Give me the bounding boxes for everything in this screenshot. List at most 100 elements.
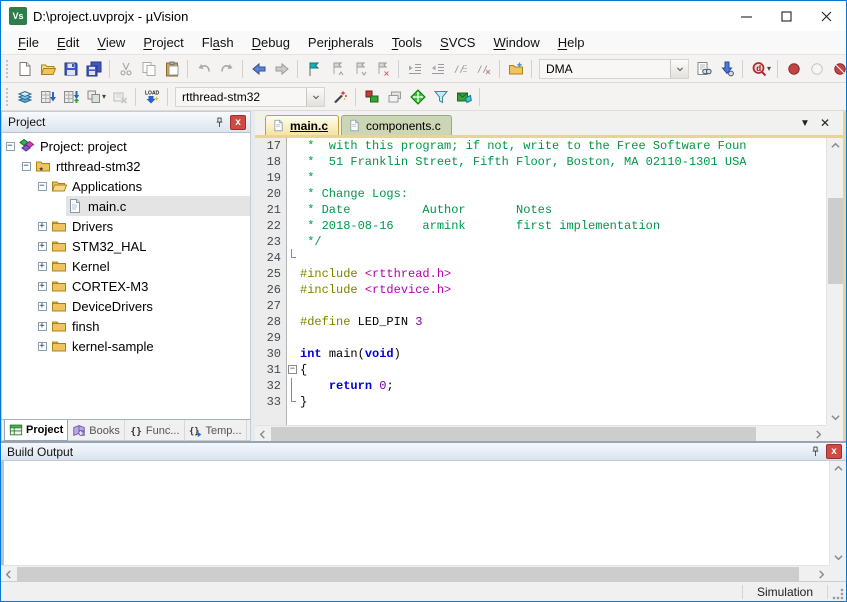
tree-row-rtthread-stm32[interactable]: −rtthread-stm32: [2, 156, 250, 176]
clear-all-bookmarks-button[interactable]: [371, 58, 394, 80]
tree-expander-cell[interactable]: +: [34, 222, 50, 231]
indent-button[interactable]: [403, 58, 426, 80]
tree-item-project-project[interactable]: Project: project: [18, 136, 250, 156]
target-options-button[interactable]: [328, 86, 351, 108]
scroll-right-icon[interactable]: [811, 426, 826, 442]
tree-expander-minus-icon[interactable]: −: [22, 162, 31, 171]
tree-row-applications[interactable]: −Applications: [2, 176, 250, 196]
save-all-button[interactable]: [82, 58, 105, 80]
tree-expander-cell[interactable]: −: [2, 142, 18, 151]
tree-item-main-c[interactable]: main.c: [66, 196, 250, 216]
close-button[interactable]: [806, 1, 846, 31]
outdent-button[interactable]: [426, 58, 449, 80]
tree-expander-cell[interactable]: +: [34, 242, 50, 251]
scroll-left-icon[interactable]: [1, 566, 16, 582]
search-combo[interactable]: DMA: [539, 59, 689, 79]
cut-button[interactable]: [114, 58, 137, 80]
navigate-back-button[interactable]: [247, 58, 270, 80]
tree-expander-plus-icon[interactable]: +: [38, 222, 47, 231]
project-panel-close-button[interactable]: x: [230, 115, 246, 130]
previous-bookmark-button[interactable]: [325, 58, 348, 80]
redo-button[interactable]: [215, 58, 238, 80]
tree-row-project-project[interactable]: −Project: project: [2, 136, 250, 156]
reference-search-caret-icon[interactable]: ▾: [767, 64, 771, 73]
tree-expander-plus-icon[interactable]: +: [38, 322, 47, 331]
build-output-header[interactable]: Build Output x: [1, 443, 846, 461]
tree-item-kernel[interactable]: Kernel: [50, 256, 250, 276]
save-button[interactable]: [59, 58, 82, 80]
menu-project[interactable]: Project: [134, 32, 192, 53]
uncomment-selection-button[interactable]: //: [472, 58, 495, 80]
tree-expander-cell[interactable]: +: [34, 282, 50, 291]
tree-row-drivers[interactable]: +Drivers: [2, 216, 250, 236]
tree-item-finsh[interactable]: finsh: [50, 316, 250, 336]
scroll-down-icon[interactable]: [830, 550, 847, 565]
manage-components-button[interactable]: [360, 86, 383, 108]
tree-row-finsh[interactable]: +finsh: [2, 316, 250, 336]
scroll-left-icon[interactable]: [255, 426, 270, 442]
tree-expander-minus-icon[interactable]: −: [38, 182, 47, 191]
tree-item-devicedrivers[interactable]: DeviceDrivers: [50, 296, 250, 316]
menu-debug[interactable]: Debug: [243, 32, 299, 53]
next-bookmark-button[interactable]: [348, 58, 371, 80]
tree-item-rtthread-stm32[interactable]: rtthread-stm32: [34, 156, 250, 176]
build-output-vertical-scrollbar[interactable]: [829, 461, 846, 565]
panel-tab-temp-[interactable]: {}Temp...: [185, 420, 247, 441]
target-combo[interactable]: rtthread-stm32: [175, 87, 325, 107]
find-in-files-folder-button[interactable]: [504, 58, 527, 80]
rebuild-button[interactable]: [59, 86, 82, 108]
code-empty-area[interactable]: [300, 410, 826, 425]
paste-button[interactable]: [160, 58, 183, 80]
editor-vertical-scrollbar[interactable]: [826, 138, 843, 425]
disable-breakpoint-button[interactable]: [805, 58, 828, 80]
editor-horizontal-scrollbar[interactable]: [255, 425, 826, 441]
pack-installer-button[interactable]: [452, 86, 475, 108]
tree-expander-cell[interactable]: −: [18, 162, 34, 171]
scroll-up-icon[interactable]: [830, 461, 847, 476]
configure-flash-button[interactable]: [429, 86, 452, 108]
tree-item-drivers[interactable]: Drivers: [50, 216, 250, 236]
tree-item-applications[interactable]: Applications: [50, 176, 250, 196]
undo-button[interactable]: [192, 58, 215, 80]
menu-help[interactable]: Help: [549, 32, 594, 53]
scroll-right-icon[interactable]: [814, 566, 829, 582]
build-output-close-button[interactable]: x: [826, 444, 842, 459]
scroll-up-icon[interactable]: [827, 138, 844, 153]
build-output-hscroll-thumb[interactable]: [17, 567, 799, 581]
project-panel-header[interactable]: Project x: [1, 111, 251, 133]
download-button[interactable]: LOAD: [140, 86, 163, 108]
search-combo-dropdown-button[interactable]: [670, 60, 688, 78]
minimize-button[interactable]: [726, 1, 766, 31]
kill-all-breakpoints-button[interactable]: [828, 58, 846, 80]
toolbar-grip[interactable]: [6, 60, 8, 78]
panel-tab-project[interactable]: Project: [4, 420, 68, 441]
build-output-content[interactable]: [1, 461, 829, 565]
tree-row-kernel[interactable]: +Kernel: [2, 256, 250, 276]
insert-breakpoint-button[interactable]: [782, 58, 805, 80]
menu-flash[interactable]: Flash: [193, 32, 243, 53]
tree-expander-cell[interactable]: +: [34, 342, 50, 351]
resize-grip[interactable]: [828, 583, 846, 601]
translate-button[interactable]: [13, 86, 36, 108]
menu-tools[interactable]: Tools: [383, 32, 431, 53]
menu-file[interactable]: File: [9, 32, 48, 53]
build-output-horizontal-scrollbar[interactable]: [1, 565, 829, 581]
menu-edit[interactable]: Edit: [48, 32, 88, 53]
tree-item-kernel-sample[interactable]: kernel-sample: [50, 336, 250, 356]
menu-peripherals[interactable]: Peripherals: [299, 32, 383, 53]
copy-button[interactable]: [137, 58, 160, 80]
tree-row-main-c[interactable]: main.c: [2, 196, 250, 216]
tree-row-kernel-sample[interactable]: +kernel-sample: [2, 336, 250, 356]
panel-tab-func-[interactable]: {}Func...: [125, 420, 185, 441]
tree-expander-minus-icon[interactable]: −: [6, 142, 15, 151]
find-in-files-button[interactable]: [692, 58, 715, 80]
tree-expander-plus-icon[interactable]: +: [38, 242, 47, 251]
editor-tab-components-c[interactable]: components.c: [341, 115, 452, 135]
tree-expander-cell[interactable]: −: [34, 182, 50, 191]
open-folder-button[interactable]: [36, 58, 59, 80]
close-document-icon[interactable]: ✕: [815, 114, 835, 132]
comment-selection-button[interactable]: //: [449, 58, 472, 80]
incremental-find-button[interactable]: [715, 58, 738, 80]
title-bar[interactable]: Vs D:\project.uvprojx - µVision: [1, 1, 846, 31]
editor-tab-main-c[interactable]: main.c: [265, 115, 339, 135]
